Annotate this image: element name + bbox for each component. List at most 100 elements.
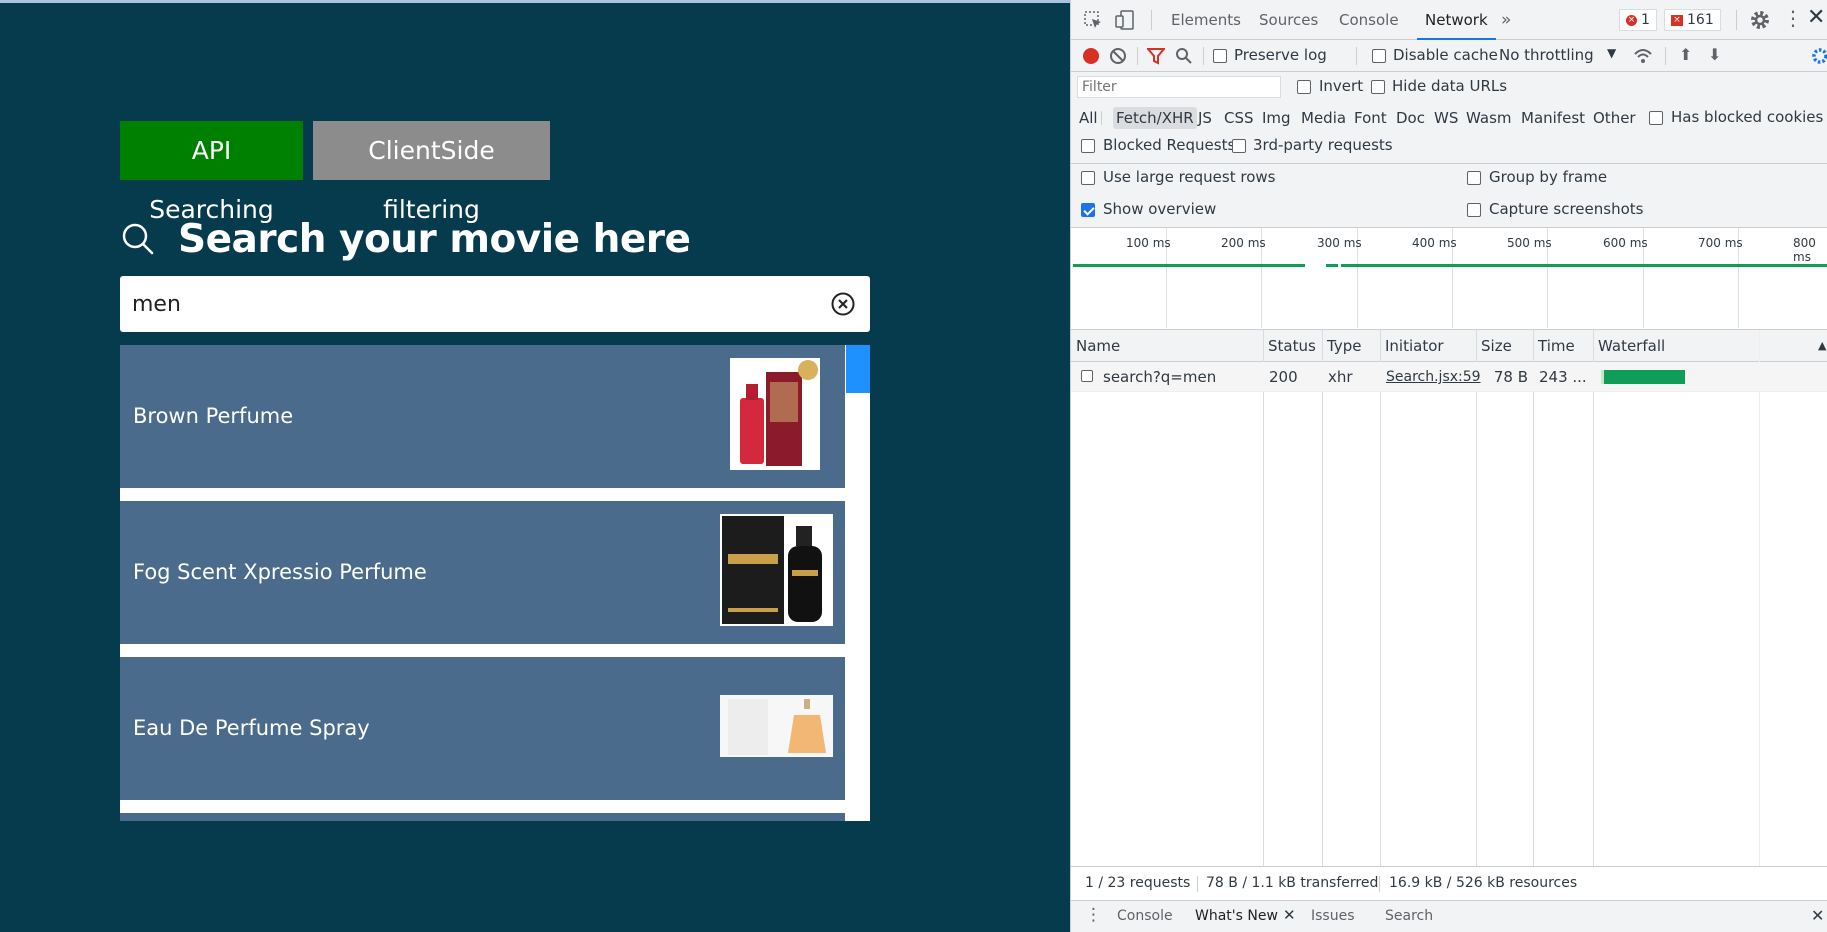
filter-icon[interactable]	[1147, 47, 1165, 65]
clear-log-icon[interactable]	[1109, 47, 1127, 65]
column-time[interactable]: Time	[1533, 330, 1575, 362]
blocked-filters: Blocked Requests 3rd-party requests	[1071, 132, 1827, 164]
device-toolbar-icon[interactable]	[1115, 10, 1135, 30]
network-conditions-icon[interactable]	[1633, 47, 1653, 65]
request-select-checkbox[interactable]	[1081, 370, 1093, 382]
type-img[interactable]: Img	[1259, 107, 1294, 129]
result-item[interactable]: Fog Scent Xpressio Perfume	[120, 501, 845, 644]
type-ws[interactable]: WS	[1431, 107, 1461, 129]
request-initiator-link[interactable]: Search.jsx:59	[1386, 362, 1481, 392]
clientside-filtering-button[interactable]: ClientSide filtering	[313, 121, 550, 224]
result-label: Eau De Perfume Spray	[133, 716, 370, 740]
transferred-size: 78 B / 1.1 kB transferred	[1206, 875, 1379, 891]
scrollbar-thumb[interactable]	[846, 345, 870, 393]
third-party-checkbox[interactable]	[1232, 139, 1246, 153]
result-item[interactable]	[120, 813, 845, 821]
type-js[interactable]: JS	[1195, 107, 1215, 129]
search-input[interactable]	[132, 276, 812, 332]
show-overview-label: Show overview	[1103, 200, 1217, 218]
network-settings-gear-icon[interactable]	[1811, 47, 1827, 65]
column-status[interactable]: Status	[1263, 330, 1316, 362]
capture-screenshots-label: Capture screenshots	[1489, 200, 1644, 218]
hide-data-urls-checkbox[interactable]	[1371, 80, 1385, 94]
clear-icon[interactable]	[830, 291, 856, 317]
waterfall-bar	[1601, 370, 1685, 384]
drawer-tab-whats-new[interactable]: What's New	[1195, 908, 1278, 924]
inspect-element-icon[interactable]	[1083, 10, 1103, 30]
tab-sources[interactable]: Sources	[1259, 0, 1318, 40]
invert-checkbox[interactable]	[1297, 80, 1311, 94]
type-other[interactable]: Other	[1590, 107, 1639, 129]
disable-cache-label: Disable cache	[1393, 46, 1498, 64]
filter-input[interactable]	[1077, 76, 1281, 98]
blocked-requests-checkbox[interactable]	[1081, 139, 1095, 153]
large-rows-checkbox[interactable]	[1081, 171, 1095, 185]
tab-elements[interactable]: Elements	[1171, 0, 1241, 40]
type-all[interactable]: All	[1076, 107, 1101, 129]
drawer-tab-search[interactable]: Search	[1385, 908, 1433, 924]
overview-bar	[1326, 264, 1338, 267]
tab-console[interactable]: Console	[1339, 0, 1399, 40]
drawer-tab-issues[interactable]: Issues	[1311, 908, 1355, 924]
error-counter[interactable]: × 1	[1619, 9, 1657, 31]
search-icon[interactable]	[1175, 47, 1193, 65]
throttling-select[interactable]: No throttling	[1499, 46, 1594, 64]
kebab-menu-icon[interactable]: ⋮	[1783, 6, 1803, 30]
result-item[interactable]: Eau De Perfume Spray	[120, 657, 845, 800]
disable-cache-checkbox[interactable]	[1372, 49, 1386, 63]
results-list[interactable]: Brown Perfume Fog Scent Xpressio Perfume	[120, 345, 870, 821]
type-doc[interactable]: Doc	[1393, 107, 1428, 129]
issues-counter[interactable]: × 161	[1664, 9, 1721, 31]
network-overview[interactable]: 100 ms 200 ms 300 ms 400 ms 500 ms 600 m…	[1071, 228, 1827, 330]
tab-network[interactable]: Network	[1417, 0, 1496, 40]
gear-icon[interactable]	[1749, 9, 1771, 31]
export-har-icon[interactable]: ⬇	[1708, 45, 1721, 64]
error-count: 1	[1641, 12, 1650, 28]
has-blocked-cookies-checkbox[interactable]	[1649, 111, 1663, 125]
capture-screenshots-checkbox[interactable]	[1467, 203, 1481, 217]
close-icon[interactable]: ✕	[1807, 6, 1825, 30]
type-wasm[interactable]: Wasm	[1463, 107, 1515, 129]
overview-tick-label: 200 ms	[1221, 236, 1266, 250]
column-name[interactable]: Name	[1071, 330, 1120, 362]
request-status: 200	[1269, 368, 1298, 386]
drawer-tab-console[interactable]: Console	[1117, 908, 1173, 924]
drawer-tab-bar: ⋮ Console What's New ✕ Issues Search ✕	[1071, 900, 1827, 932]
type-fetch-xhr[interactable]: Fetch/XHR	[1113, 107, 1197, 129]
close-tab-icon[interactable]: ✕	[1283, 906, 1296, 924]
invert-label: Invert	[1319, 77, 1364, 95]
result-item[interactable]: Brown Perfume	[120, 345, 845, 488]
api-searching-button[interactable]: API Searching	[120, 121, 303, 224]
column-type[interactable]: Type	[1322, 330, 1361, 362]
show-overview-checkbox[interactable]	[1081, 203, 1095, 217]
import-har-icon[interactable]: ⬆	[1679, 45, 1692, 64]
type-manifest[interactable]: Manifest	[1518, 107, 1588, 129]
overview-tick-label: 100 ms	[1126, 236, 1171, 250]
type-font[interactable]: Font	[1351, 107, 1390, 129]
column-waterfall[interactable]: Waterfall	[1593, 330, 1665, 362]
dropdown-arrow-icon[interactable]: ▼	[1607, 46, 1616, 60]
overview-tick-label: 800 ms	[1793, 236, 1816, 264]
network-settings: Use large request rows Group by frame Sh…	[1071, 164, 1827, 228]
preserve-log-label: Preserve log	[1234, 46, 1327, 64]
preserve-log-checkbox[interactable]	[1213, 49, 1227, 63]
close-drawer-icon[interactable]: ✕	[1811, 906, 1824, 925]
request-time: 243 ...	[1539, 368, 1587, 386]
drawer-menu-icon[interactable]: ⋮	[1085, 905, 1102, 925]
movie-search-app: API Searching ClientSide filtering Searc…	[0, 0, 1070, 932]
group-by-frame-checkbox[interactable]	[1467, 171, 1481, 185]
table-row[interactable]: search?q=men 200 xhr Search.jsx:59 78 B …	[1071, 362, 1827, 392]
request-name[interactable]: search?q=men	[1103, 362, 1259, 392]
type-media[interactable]: Media	[1298, 107, 1349, 129]
type-css[interactable]: CSS	[1221, 107, 1257, 129]
more-tabs-icon[interactable]: »	[1501, 0, 1511, 40]
devtools-panel: Elements Sources Console Network » × 1 ×…	[1070, 0, 1827, 932]
search-header: Search your movie here	[120, 209, 691, 269]
search-icon	[122, 223, 154, 255]
group-by-frame-label: Group by frame	[1489, 168, 1608, 186]
column-size[interactable]: Size	[1476, 330, 1512, 362]
requests-count: 1 / 23 requests	[1085, 875, 1191, 891]
column-initiator[interactable]: Initiator	[1380, 330, 1444, 362]
overview-tick-label: 700 ms	[1698, 236, 1743, 250]
record-icon[interactable]	[1083, 48, 1099, 64]
